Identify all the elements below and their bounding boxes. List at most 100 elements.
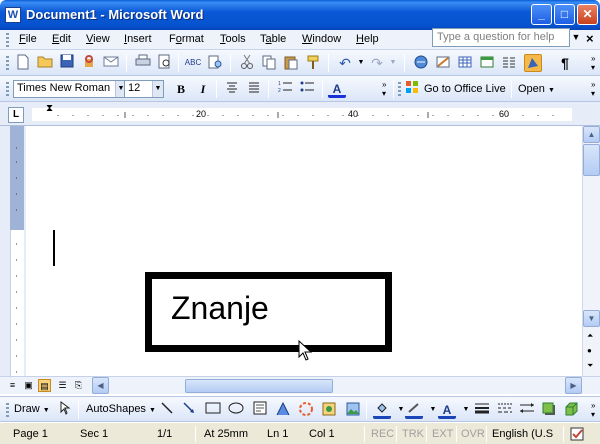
- format-painter-icon[interactable]: [304, 54, 322, 72]
- toolbar-options-icon[interactable]: » ▾: [382, 80, 386, 98]
- email-icon[interactable]: [102, 54, 120, 72]
- status-ovr[interactable]: OVR: [461, 426, 485, 442]
- copy-icon[interactable]: [260, 54, 278, 72]
- show-formatting-icon[interactable]: ¶: [556, 54, 574, 72]
- menu-edit[interactable]: Edit: [52, 33, 71, 45]
- bullets-icon[interactable]: [298, 80, 316, 98]
- spelling-status-icon[interactable]: [570, 427, 592, 444]
- previous-page-icon[interactable]: ⏶: [587, 331, 593, 341]
- toolbar-options-icon[interactable]: » ▾: [591, 54, 595, 72]
- redo-dropdown-icon[interactable]: ▼: [384, 54, 402, 72]
- outline-view-icon[interactable]: ☰: [56, 379, 69, 392]
- status-ext[interactable]: EXT: [432, 426, 453, 442]
- scroll-thumb[interactable]: [583, 144, 600, 176]
- scroll-left-icon[interactable]: ◀: [92, 377, 109, 394]
- next-page-icon[interactable]: ⏷: [587, 361, 593, 371]
- arrow-icon[interactable]: [180, 401, 198, 419]
- 3d-style-icon[interactable]: [562, 401, 580, 419]
- toolbar-options-icon[interactable]: » ▾: [591, 80, 595, 98]
- permission-icon[interactable]: [80, 54, 98, 72]
- font-size-dropdown-icon[interactable]: ▼: [152, 81, 163, 97]
- menu-window[interactable]: Window: [302, 33, 341, 45]
- bold-button[interactable]: B: [172, 80, 190, 98]
- oval-icon[interactable]: [227, 401, 245, 419]
- dash-style-icon[interactable]: [496, 401, 514, 419]
- print-layout-icon[interactable]: ▤: [38, 379, 51, 392]
- shadow-style-icon[interactable]: [540, 401, 558, 419]
- maximize-button[interactable]: □: [554, 4, 575, 25]
- select-objects-icon[interactable]: [56, 401, 74, 419]
- font-name-select[interactable]: Times New Roman ▼: [13, 80, 127, 98]
- tables-borders-icon[interactable]: [434, 54, 452, 72]
- text-box-content[interactable]: Znanje: [171, 290, 269, 327]
- close-document-button[interactable]: ×: [586, 31, 594, 46]
- line-style-icon[interactable]: [473, 401, 491, 419]
- paste-icon[interactable]: [282, 54, 300, 72]
- menubar-grip[interactable]: [6, 33, 9, 47]
- align-center-icon[interactable]: [223, 80, 241, 98]
- menu-tools[interactable]: Tools: [220, 33, 246, 45]
- columns-icon[interactable]: [500, 54, 518, 72]
- help-search-input[interactable]: Type a question for help: [432, 28, 570, 47]
- menu-table[interactable]: Table: [260, 33, 286, 45]
- menu-file[interactable]: File: [19, 33, 37, 45]
- insert-picture-icon[interactable]: [344, 401, 362, 419]
- rectangle-icon[interactable]: [204, 401, 222, 419]
- toolbar-grip[interactable]: [6, 403, 9, 417]
- insert-table-icon[interactable]: [456, 54, 474, 72]
- spelling-icon[interactable]: ABC: [184, 54, 202, 72]
- reading-layout-icon[interactable]: ⎘: [72, 379, 85, 392]
- status-trk[interactable]: TRK: [402, 426, 424, 442]
- draw-font-color-icon[interactable]: A: [438, 401, 456, 419]
- autoshapes-menu-button[interactable]: AutoShapes ▼: [86, 403, 156, 415]
- text-box-icon[interactable]: [251, 401, 269, 419]
- horizontal-scrollbar[interactable]: ≡ ▣ ▤ ☰ ⎘ ◀ ▶: [0, 376, 600, 394]
- line-icon[interactable]: [158, 401, 176, 419]
- font-size-select[interactable]: 12 ▼: [124, 80, 164, 98]
- toolbar-options-icon[interactable]: » ▾: [591, 401, 595, 419]
- new-icon[interactable]: [14, 54, 32, 72]
- menu-help[interactable]: Help: [356, 33, 379, 45]
- help-dropdown-icon[interactable]: ▼: [570, 28, 582, 47]
- hyperlink-icon[interactable]: [412, 54, 430, 72]
- close-button[interactable]: ✕: [577, 4, 598, 25]
- font-color-icon[interactable]: A: [328, 80, 346, 98]
- web-layout-icon[interactable]: ▣: [22, 379, 35, 392]
- research-icon[interactable]: [206, 54, 224, 72]
- menu-format[interactable]: Format: [169, 33, 204, 45]
- select-browse-object-icon[interactable]: ●: [587, 346, 592, 355]
- tab-selector[interactable]: L: [8, 107, 24, 123]
- normal-view-icon[interactable]: ≡: [6, 379, 19, 392]
- office-live-icon[interactable]: [404, 80, 420, 98]
- text-box[interactable]: Znanje: [145, 272, 392, 352]
- italic-button[interactable]: I: [194, 80, 212, 98]
- status-rec[interactable]: REC: [371, 426, 394, 442]
- clip-art-icon[interactable]: [320, 401, 338, 419]
- minimize-button[interactable]: _: [531, 4, 552, 25]
- draw-menu-button[interactable]: Draw ▼: [14, 403, 50, 415]
- open-menu-button[interactable]: Open ▼: [518, 83, 555, 95]
- menu-view[interactable]: View: [86, 33, 110, 45]
- arrow-style-icon[interactable]: [518, 401, 536, 419]
- scroll-right-icon[interactable]: ▶: [565, 377, 582, 394]
- cut-icon[interactable]: [238, 54, 256, 72]
- save-icon[interactable]: [58, 54, 76, 72]
- print-icon[interactable]: [134, 54, 152, 72]
- scroll-up-icon[interactable]: ▲: [583, 126, 600, 143]
- toolbar-grip[interactable]: [6, 56, 9, 70]
- insert-excel-icon[interactable]: [478, 54, 496, 72]
- toolbar-grip[interactable]: [398, 82, 401, 96]
- vertical-scrollbar[interactable]: ▲ ▼ ⏶ ● ⏷: [582, 126, 600, 376]
- diagram-icon[interactable]: [297, 401, 315, 419]
- wordart-icon[interactable]: [274, 401, 292, 419]
- justify-icon[interactable]: [245, 80, 263, 98]
- word-app-icon[interactable]: W: [5, 7, 21, 23]
- drawing-icon[interactable]: [524, 54, 542, 72]
- open-icon[interactable]: [36, 54, 54, 72]
- print-preview-icon[interactable]: [156, 54, 174, 72]
- line-color-icon[interactable]: [405, 401, 423, 419]
- menu-insert[interactable]: Insert: [124, 33, 152, 45]
- toolbar-grip[interactable]: [6, 82, 9, 96]
- scroll-down-icon[interactable]: ▼: [583, 310, 600, 327]
- fill-color-icon[interactable]: [373, 401, 391, 419]
